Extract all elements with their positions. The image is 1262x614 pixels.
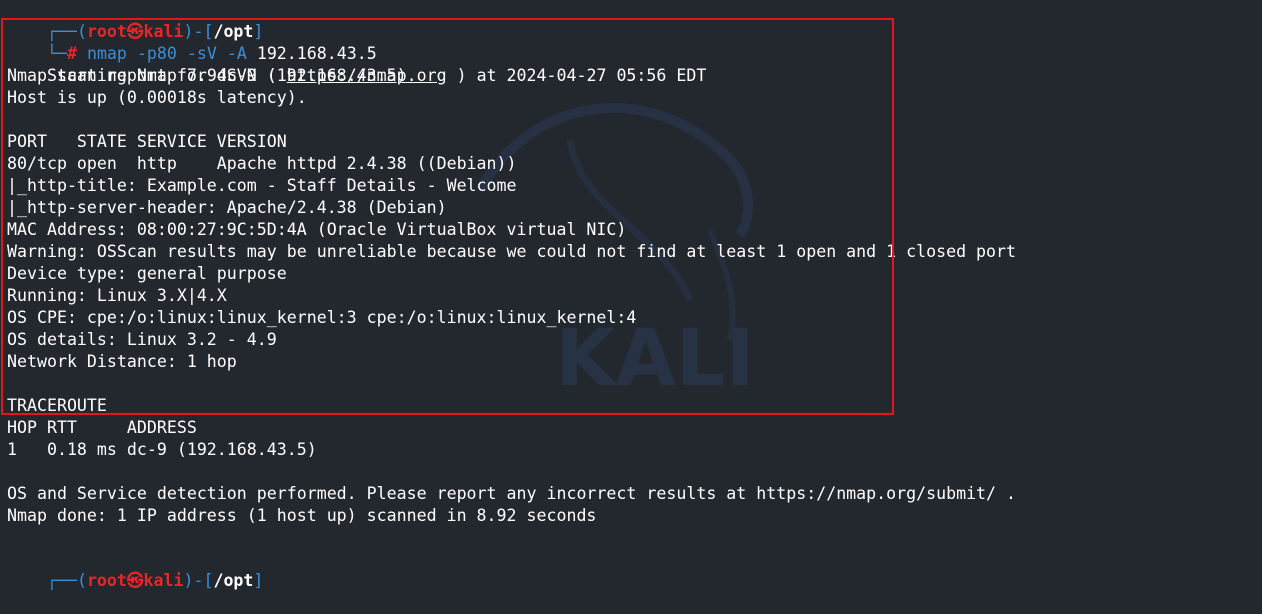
output-os-cpe: OS CPE: cpe:/o:linux:linux_kernel:3 cpe:…: [7, 308, 637, 327]
output-os-detection: OS and Service detection performed. Plea…: [7, 484, 1017, 503]
output-mac-address: MAC Address: 08:00:27:9C:5D:4A (Oracle V…: [7, 220, 627, 239]
prompt-line-second: ┌──(root㉿kali)-[/opt]: [7, 548, 263, 590]
prompt2-user: root㉿kali: [86, 571, 184, 590]
output-http-title: |_http-title: Example.com - Staff Detail…: [7, 176, 517, 195]
output-traceroute: TRACEROUTE: [7, 396, 107, 415]
prompt2-separator: )-[: [183, 571, 214, 590]
output-nmap-done: Nmap done: 1 IP address (1 host up) scan…: [7, 506, 597, 525]
prompt2-path: /opt: [213, 571, 254, 590]
output-host-up: Host is up (0.00018s latency).: [7, 88, 307, 107]
output-starting: Starting Nmap 7.94SVN ( https://nmap.org…: [7, 43, 706, 85]
prompt2-corner: ┌──(: [46, 571, 87, 590]
output-port-header: PORT STATE SERVICE VERSION: [7, 132, 287, 151]
output-scan-report: Nmap scan report for dc-9 (192.168.43.5): [7, 66, 407, 85]
output-os-details: OS details: Linux 3.2 - 4.9: [7, 330, 277, 349]
output-starting-suffix: ) at 2024-04-27 05:56 EDT: [446, 66, 707, 85]
output-http-server: |_http-server-header: Apache/2.4.38 (Deb…: [7, 198, 447, 217]
output-port-row: 80/tcp open http Apache httpd 2.4.38 ((D…: [7, 154, 517, 173]
prompt-line: ┌──(root㉿kali)-[/opt]: [7, 0, 263, 41]
output-device-type: Device type: general purpose: [7, 264, 287, 283]
output-warning: Warning: OSScan results may be unreliabl…: [7, 242, 1017, 261]
output-hop-row: 1 0.18 ms dc-9 (192.168.43.5): [7, 440, 317, 459]
terminal-window[interactable]: KALI ┌──(root㉿kali)-[/opt] └─# nmap -p80…: [0, 0, 1262, 590]
output-running: Running: Linux 3.X|4.X: [7, 286, 227, 305]
prompt2-end: ]: [253, 571, 264, 590]
output-network-distance: Network Distance: 1 hop: [7, 352, 237, 371]
command-line[interactable]: └─# nmap -p80 -sV -A 192.168.43.5: [7, 21, 377, 63]
output-hop-header: HOP RTT ADDRESS: [7, 418, 197, 437]
